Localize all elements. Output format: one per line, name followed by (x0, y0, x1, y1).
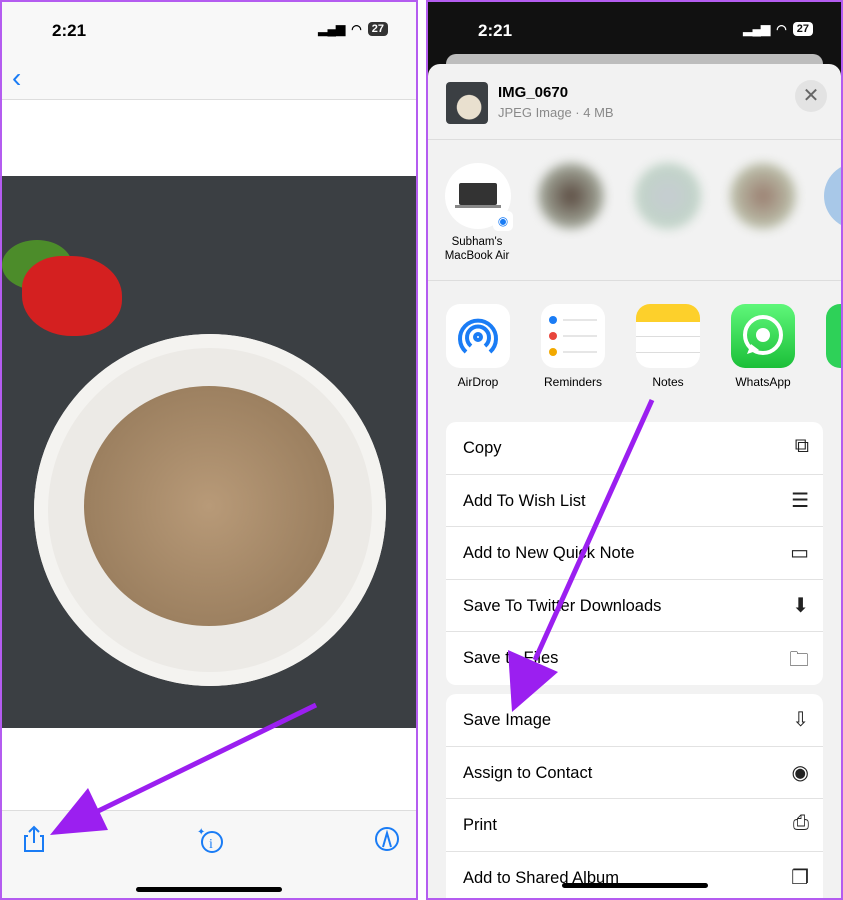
status-time: 2:21 (52, 21, 87, 40)
app-reminders[interactable]: Reminders (541, 304, 605, 389)
whatsapp-icon (731, 304, 795, 368)
signal-icon: ▂▄▆ (318, 22, 346, 36)
action-label: Print (463, 816, 497, 834)
folder-icon: 🗀 (789, 649, 809, 671)
wifi-icon: ◠ (776, 22, 787, 36)
share-sheet: IMG_0670 JPEG Image · 4 MB ✕ ◉ Subham's … (428, 64, 841, 898)
photo-plate (34, 334, 386, 686)
action-label: Copy (463, 439, 502, 457)
people-row: ◉ Subham's MacBook Air (428, 141, 841, 281)
action-print[interactable]: Print ⎙ (446, 799, 823, 852)
save-image-icon: ⇩ (792, 709, 809, 731)
person-blurred[interactable] (730, 163, 796, 229)
home-indicator (136, 887, 282, 892)
shared-album-icon: ❐ (791, 866, 809, 889)
file-thumbnail (446, 82, 488, 124)
action-label: Save To Twitter Downloads (463, 596, 662, 615)
person-blurred[interactable] (538, 163, 604, 229)
quick-note-icon: ▭ (790, 542, 809, 564)
messages-icon (826, 304, 841, 368)
photo-pepper (22, 256, 122, 336)
home-indicator (561, 883, 708, 888)
share-icon[interactable] (22, 825, 46, 860)
app-whatsapp[interactable]: WhatsApp (731, 304, 795, 389)
right-phone-screen: 2:21 ▂▄▆ ◠ 27 IMG_0670 JPEG Image · 4 MB ✕… (426, 0, 843, 900)
notes-icon (636, 304, 700, 368)
action-label: Save Image (463, 711, 552, 729)
action-label: Assign to Contact (463, 763, 593, 782)
chevron-left-icon[interactable]: ‹ (12, 62, 21, 94)
battery-icon: 27 (367, 22, 388, 36)
app-label: AirDrop (457, 375, 499, 389)
checklist-icon: ☰ (791, 489, 809, 512)
download-icon: ⬇ (792, 594, 809, 617)
status-bar: 2:21 ▂▄▆ ◠ 27 (2, 2, 416, 58)
photo-rice (84, 386, 334, 626)
wifi-icon: ◠ (351, 22, 362, 36)
person-label: Subham's MacBook Air (444, 236, 510, 262)
copy-icon: ⧉ (794, 435, 809, 457)
app-label: Me (826, 375, 841, 389)
signal-icon: ▂▄▆ (743, 22, 771, 36)
app-notes[interactable]: Notes (636, 304, 700, 389)
svg-text:✦: ✦ (197, 827, 205, 838)
markup-icon[interactable] (373, 825, 401, 860)
action-label: Add To Wish List (463, 491, 586, 510)
nav-bar: ‹ (2, 58, 416, 100)
status-time: 2:21 (478, 21, 513, 40)
left-phone-screen: 2:21 ▂▄▆ ◠ 27 ‹ i ✦ (0, 0, 418, 900)
battery-icon: 27 (792, 22, 813, 36)
action-add-to-wish-list[interactable]: Add To Wish List ☰ (446, 475, 823, 527)
action-save-image[interactable]: Save Image ⇩ (446, 694, 823, 747)
action-save-twitter[interactable]: Save To Twitter Downloads ⬇ (446, 580, 823, 632)
action-save-to-files[interactable]: Save to Files 🗀 (446, 632, 823, 685)
app-messages[interactable]: Me (826, 304, 841, 389)
airdrop-badge-icon: ◉ (493, 211, 513, 231)
printer-icon: ⎙ (793, 812, 809, 834)
app-airdrop[interactable]: AirDrop (446, 304, 510, 389)
person-blurred[interactable] (635, 163, 701, 229)
actions-group-2: Save Image ⇩ Assign to Contact ◉ Print ⎙ Ad… (446, 694, 823, 899)
person-macbook[interactable]: ◉ (445, 163, 513, 231)
app-label: Reminders (543, 375, 603, 389)
svg-text:i: i (209, 837, 213, 852)
action-label: Add to New Quick Note (463, 544, 635, 562)
share-header: IMG_0670 JPEG Image · 4 MB ✕ (428, 64, 841, 140)
close-icon[interactable]: ✕ (795, 80, 827, 112)
action-quick-note[interactable]: Add to New Quick Note ▭ (446, 527, 823, 580)
bottom-toolbar: i ✦ (2, 810, 416, 898)
action-copy[interactable]: Copy ⧉ (446, 422, 823, 475)
actions-group-1: Copy ⧉ Add To Wish List ☰ Add to New Quick… (446, 422, 823, 685)
app-label: WhatsApp (735, 375, 791, 389)
contact-icon: ◉ (791, 761, 809, 784)
file-name: IMG_0670 (498, 84, 569, 101)
file-meta: JPEG Image · 4 MB (498, 105, 614, 120)
person-partial[interactable] (824, 163, 841, 229)
action-label: Save to Files (463, 649, 559, 667)
status-bar: 2:21 ▂▄▆ ◠ 27 (428, 2, 841, 58)
action-shared-album[interactable]: Add to Shared Album ❐ (446, 852, 823, 899)
reminders-icon (541, 304, 605, 368)
action-assign-contact[interactable]: Assign to Contact ◉ (446, 747, 823, 799)
sparkle-info-icon[interactable]: i ✦ (195, 825, 225, 862)
app-label: Notes (652, 375, 684, 389)
apps-row: AirDrop Reminders Notes WhatsApp Me (428, 282, 841, 402)
airdrop-icon (446, 304, 510, 368)
food-photo (2, 176, 416, 728)
